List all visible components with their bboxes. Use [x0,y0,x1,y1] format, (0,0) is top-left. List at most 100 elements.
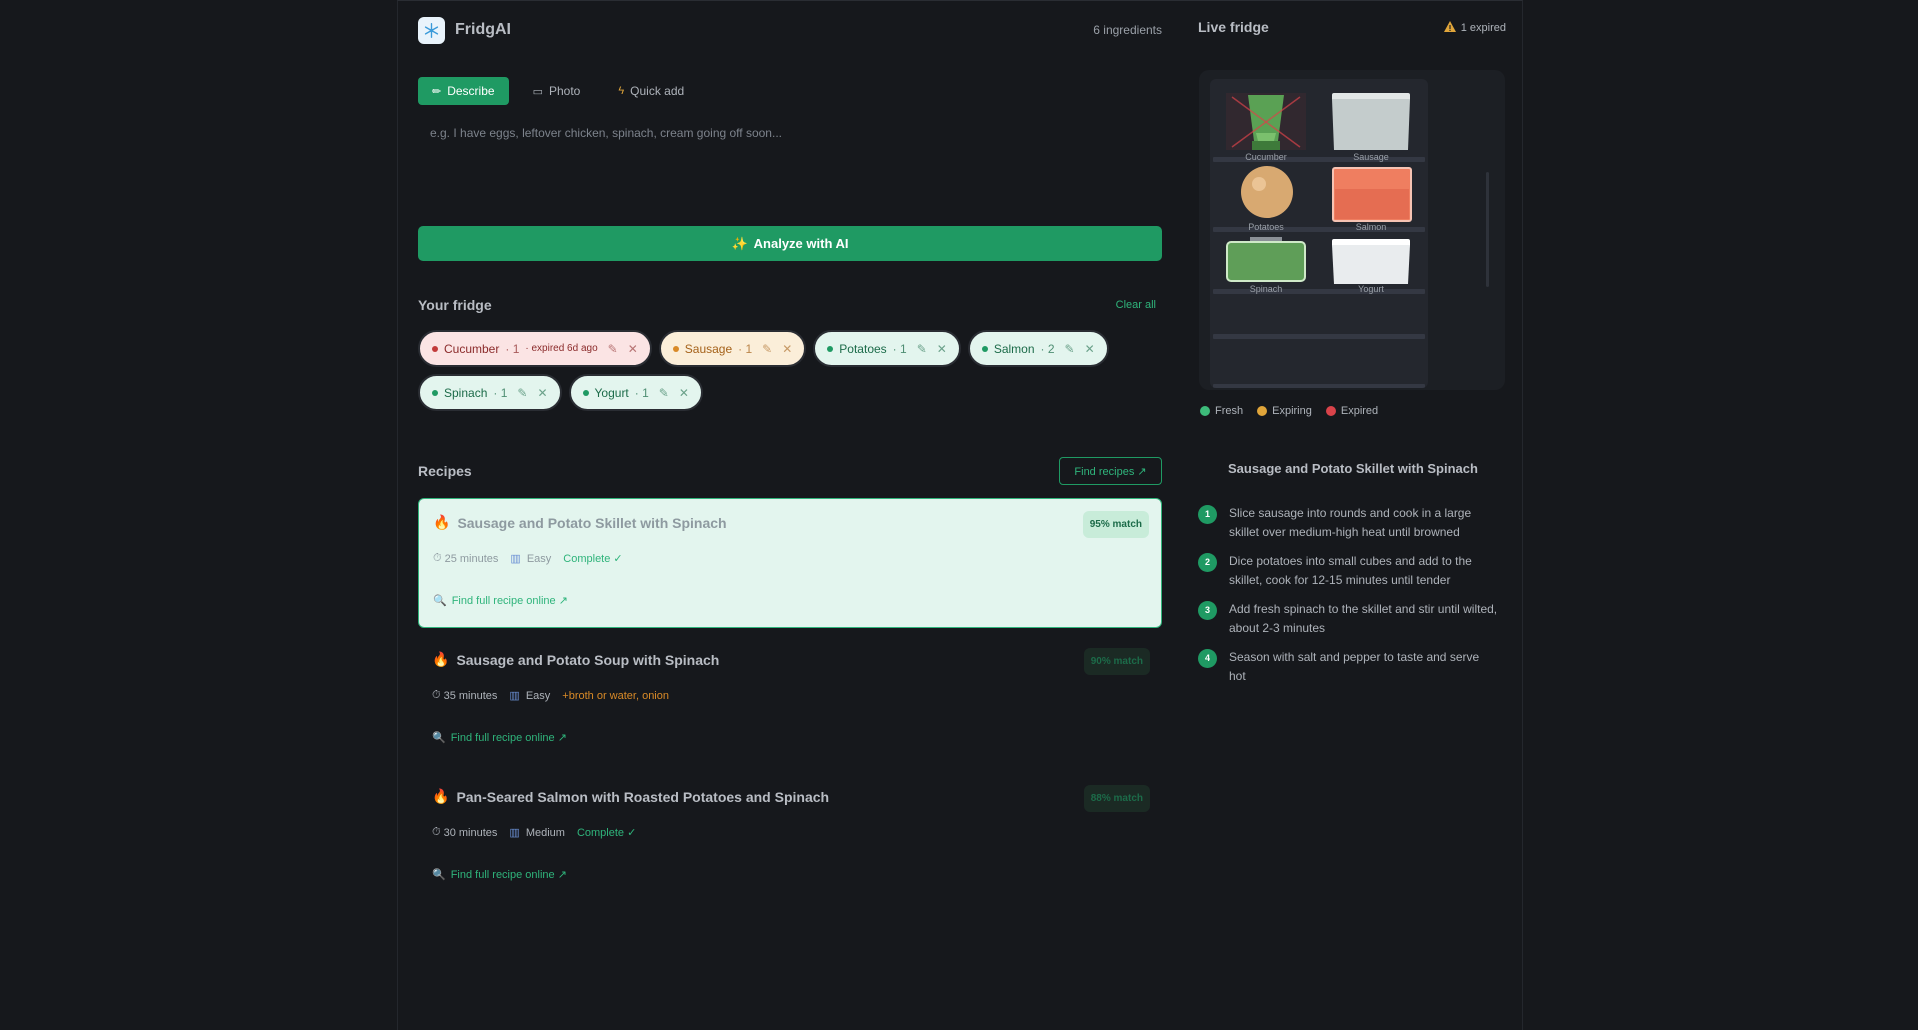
status-dot-icon [827,345,834,352]
fridge-item-potatoes[interactable] [1240,165,1294,224]
chip-qty: · 1 [505,341,520,356]
fridge-chip-potatoes[interactable]: Potatoes · 1 ✎ ✕ [813,330,961,367]
status-dot-icon [432,345,438,352]
recipe-step: 1 Slice sausage into rounds and cook in a… [1198,504,1498,542]
sparkles-icon: ✨ [731,235,748,251]
remove-x-icon[interactable]: ✕ [782,342,792,356]
find-recipe-online-link[interactable]: 🔍 Find full recipe online ↗ [433,594,568,607]
fridge-chip-list: Cucumber · 1 · expired 6d ago ✎ ✕ Sausage · 1 ✎… [418,330,1168,411]
fridge-section-title: Your fridge [418,297,492,313]
clear-all-button[interactable]: Clear all [1116,299,1156,311]
step-text: Slice sausage into rounds and cook in a … [1229,506,1472,539]
chip-qty: · 1 [634,385,649,400]
chip-qty: · 2 [1040,341,1055,356]
find-recipe-online-link[interactable]: 🔍 Find full recipe online ↗ [432,868,567,881]
fridge-shelf [1213,334,1425,339]
recipe-difficulty: Medium [525,826,565,839]
recipe-card[interactable]: 🔥 Pan-Seared Salmon with Roasted Potatoes… [418,773,1162,903]
expired-count: 1 expired [1460,22,1506,34]
status-dot-icon [981,345,988,352]
chip-expiry-note: · expired 6d ago [525,343,598,354]
fridge-item-spinach[interactable] [1226,237,1306,287]
find-recipe-online-link[interactable]: 🔍 Find full recipe online ↗ [432,731,567,744]
fridge-chip-salmon[interactable]: Salmon · 2 ✎ ✕ [967,330,1109,367]
describe-textarea[interactable] [418,120,1162,215]
fridge-chip-spinach[interactable]: Spinach · 1 ✎ ✕ [418,374,562,411]
ingredient-count: 6 ingredients [1093,23,1162,37]
recipe-time: 35 minutes [443,689,498,702]
recipe-step: 4 Season with salt and pepper to taste an… [1198,648,1498,686]
edit-pencil-icon[interactable]: ✎ [517,386,527,400]
fresh-dot-icon [1200,406,1210,416]
remove-x-icon[interactable]: ✕ [937,342,947,356]
legend-fresh: Fresh [1200,405,1243,417]
edit-pencil-icon[interactable]: ✎ [762,342,772,356]
edit-pencil-icon[interactable]: ✎ [608,342,618,356]
recipe-difficulty: Easy [526,552,552,565]
input-mode-tabs: ✏ Describe ▭ Photo ϟ Quick add [418,77,698,105]
chart-icon: ▥ [509,827,520,839]
tab-describe[interactable]: ✏ Describe [418,77,509,105]
remove-x-icon[interactable]: ✕ [628,342,638,356]
fridge-item-cucumber[interactable] [1226,93,1306,155]
lightning-icon: ϟ [618,85,625,97]
analyze-button[interactable]: ✨ Analyze with AI [418,226,1162,261]
chip-name: Spinach [444,385,488,400]
snowflake-logo-icon [418,17,445,44]
recipe-meta: ⏱ 35 minutes ▥ Easy +broth or water, onion [432,689,669,702]
tab-label: Quick add [630,84,685,98]
magnifier-icon: 🔍 [433,595,447,607]
chip-qty: · 1 [738,341,753,356]
flame-icon: 🔥 [432,788,450,804]
fridge-chip-yogurt[interactable]: Yogurt · 1 ✎ ✕ [568,374,703,411]
timer-icon: ⏱ [432,826,441,838]
match-badge: 90% match [1083,648,1150,675]
edit-pencil-icon[interactable]: ✎ [659,386,669,400]
legend-label: Expiring [1272,405,1312,417]
fridge-chip-cucumber[interactable]: Cucumber · 1 · expired 6d ago ✎ ✕ [418,330,652,367]
status-dot-icon [432,389,438,396]
tab-quick-add[interactable]: ϟ Quick add [604,77,698,105]
status-dot-icon [672,345,679,352]
recipe-title-row: 🔥 Sausage and Potato Skillet with Spinach [433,514,727,531]
remove-x-icon[interactable]: ✕ [537,386,547,400]
edit-pencil-icon[interactable]: ✎ [917,342,927,356]
fridge-item-sausage[interactable] [1330,93,1412,155]
timer-icon: ⏱ [432,689,441,701]
flame-icon: 🔥 [432,651,450,667]
chart-icon: ▥ [509,690,520,702]
expiring-dot-icon [1257,406,1268,416]
fridge-scrollbar[interactable] [1486,172,1489,287]
recipe-status: Complete ✓ [576,827,637,839]
chip-name: Sausage [684,341,733,356]
fridge-item-yogurt[interactable] [1330,239,1412,289]
recipe-card[interactable]: 🔥 Sausage and Potato Skillet with Spinach… [418,498,1162,628]
tab-label: Describe [447,84,495,98]
timer-icon: ⏱ [433,552,442,564]
fridge-item-label: Yogurt [1358,284,1384,294]
fridge-item-label: Cucumber [1245,152,1287,162]
pencil-icon: ✏ [432,85,442,98]
recipe-time: 25 minutes [444,552,499,565]
legend-expired: Expired [1325,405,1379,417]
fridge-item-salmon[interactable] [1332,167,1412,227]
step-number: 2 [1198,553,1217,572]
recipe-title: Pan-Seared Salmon with Roasted Potatoes … [456,788,830,805]
recipe-status: Complete ✓ [563,553,623,565]
legend-label: Expired [1340,405,1379,417]
recipe-meta: ⏱ 30 minutes ▥ Medium Complete ✓ [432,826,636,839]
camera-icon: ▭ [532,85,543,98]
magnifier-icon: 🔍 [432,869,446,881]
fridge-chip-sausage[interactable]: Sausage · 1 ✎ ✕ [658,330,807,367]
chip-name: Yogurt [594,385,629,400]
expired-badge: 1 expired [1443,21,1506,35]
tab-photo[interactable]: ▭ Photo [519,77,595,105]
recipe-card[interactable]: 🔥 Sausage and Potato Soup with Spinach ⏱ 35… [418,636,1162,766]
step-text: Season with salt and pepper to taste and… [1229,650,1480,683]
remove-x-icon[interactable]: ✕ [679,386,689,400]
remove-x-icon[interactable]: ✕ [1085,342,1095,356]
fridge-interior: Cucumber Sausage Potatoes Salmon Spinach [1210,79,1428,388]
edit-pencil-icon[interactable]: ✎ [1065,342,1075,356]
step-text: Add fresh spinach to the skillet and sti… [1229,602,1498,635]
find-recipes-button[interactable]: Find recipes ↗ [1059,457,1162,485]
